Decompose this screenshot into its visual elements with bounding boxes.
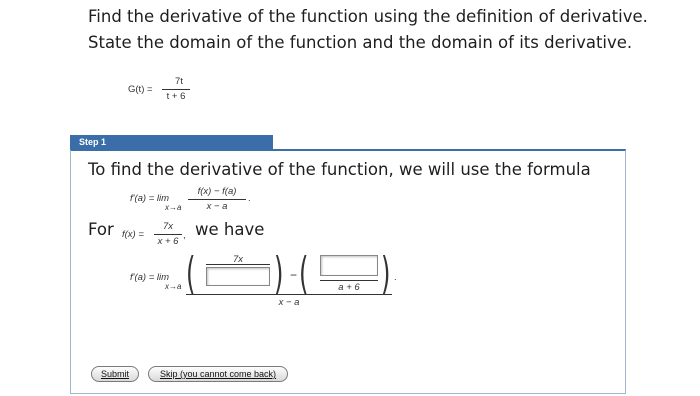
we-have-label: we have — [195, 220, 265, 239]
formula-fraction-bar — [188, 199, 246, 200]
fx-numerator: 7x — [162, 221, 174, 232]
fx-denominator: x + 6 — [157, 236, 179, 247]
work-lhs: f'(a) = lim — [130, 272, 170, 283]
step-tab: Step 1 — [70, 135, 273, 149]
submit-button[interactable]: Submit — [91, 366, 139, 382]
skip-button[interactable]: Skip (you cannot come back) — [148, 366, 288, 382]
answer-box-1[interactable] — [206, 267, 270, 286]
left-paren-1: ( — [186, 248, 196, 299]
step-intro: To find the derivative of the function, … — [88, 160, 591, 179]
formula-limit-sub: x→a — [165, 203, 182, 212]
function-lhs: G(t) = — [128, 84, 153, 95]
formula-lhs: f'(a) = lim — [130, 193, 170, 204]
formula-period: . — [248, 193, 251, 204]
work-main-fraction-bar — [186, 294, 392, 295]
work-fraction-bar-2 — [320, 280, 378, 281]
work-limit-sub: x→a — [165, 282, 182, 291]
fx-lhs: f(x) = — [122, 229, 144, 240]
work-fraction-bar-1 — [206, 264, 270, 265]
formula-denominator: x − a — [206, 201, 228, 212]
work-minus: − — [290, 268, 298, 282]
work-denominator-2: a + 6 — [338, 282, 360, 293]
for-label: For — [88, 220, 114, 239]
answer-box-2[interactable] — [320, 255, 378, 276]
right-paren-1: ) — [274, 248, 284, 299]
problem-statement: Find the derivative of the function usin… — [88, 7, 648, 52]
work-main-denominator: x − a — [278, 297, 300, 308]
function-numerator: 7t — [175, 76, 183, 87]
formula-numerator: f(x) − f(a) — [197, 186, 237, 197]
work-period: . — [394, 272, 397, 283]
fx-fraction-bar — [154, 234, 182, 235]
function-denominator: t + 6 — [166, 91, 186, 102]
fx-comma: , — [183, 230, 186, 241]
function-fraction-bar — [162, 89, 190, 90]
left-paren-2: ( — [299, 248, 309, 299]
right-paren-2: ) — [381, 248, 391, 299]
